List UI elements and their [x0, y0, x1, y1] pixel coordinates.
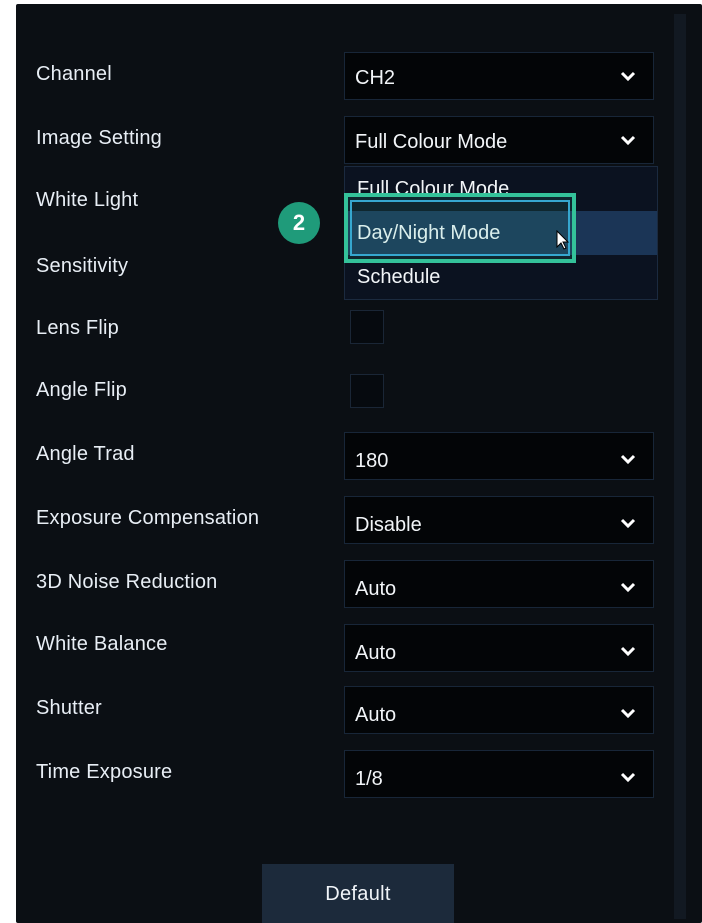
exposure-compensation-select[interactable]: Disable: [344, 496, 654, 544]
annotation-highlight-inner: [350, 200, 570, 256]
time-exposure-label: Time Exposure: [36, 761, 173, 783]
time-exposure-select[interactable]: 1/8: [344, 750, 654, 798]
chevron-down-icon: [620, 454, 636, 465]
angle-trad-value: 180: [355, 450, 389, 472]
chevron-down-icon: [620, 582, 636, 593]
chevron-down-icon: [620, 646, 636, 657]
white-light-label: White Light: [36, 189, 139, 211]
image-setting-label: Image Setting: [36, 127, 163, 149]
chevron-down-icon: [620, 135, 636, 146]
exposure-compensation-value: Disable: [355, 514, 422, 536]
mouse-pointer-icon: [556, 230, 570, 250]
shutter-label: Shutter: [36, 697, 102, 719]
angle-trad-select[interactable]: 180: [344, 432, 654, 480]
channel-select[interactable]: CH2: [344, 52, 654, 100]
image-setting-select[interactable]: Full Colour Mode: [344, 116, 654, 164]
channel-value: CH2: [355, 67, 396, 89]
angle-trad-label: Angle Trad: [36, 443, 135, 465]
shutter-select[interactable]: Auto: [344, 686, 654, 734]
noise-reduction-label: 3D Noise Reduction: [36, 571, 218, 593]
exposure-compensation-label: Exposure Compensation: [36, 507, 260, 529]
noise-reduction-value: Auto: [355, 578, 397, 600]
white-balance-value: Auto: [355, 642, 397, 664]
sensitivity-label: Sensitivity: [36, 255, 129, 277]
chevron-down-icon: [620, 708, 636, 719]
default-button[interactable]: Default: [262, 864, 454, 923]
chevron-down-icon: [620, 518, 636, 529]
lens-flip-label: Lens Flip: [36, 317, 119, 339]
shutter-value: Auto: [355, 704, 397, 726]
scrollbar-track[interactable]: [674, 14, 686, 919]
channel-label: Channel: [36, 63, 112, 85]
angle-flip-checkbox[interactable]: [350, 374, 384, 408]
chevron-down-icon: [620, 71, 636, 82]
chevron-down-icon: [620, 772, 636, 783]
time-exposure-value: 1/8: [355, 768, 383, 790]
white-balance-label: White Balance: [36, 633, 168, 655]
step-number-badge: 2: [278, 202, 320, 244]
noise-reduction-select[interactable]: Auto: [344, 560, 654, 608]
image-setting-value: Full Colour Mode: [355, 131, 508, 153]
white-balance-select[interactable]: Auto: [344, 624, 654, 672]
angle-flip-label: Angle Flip: [36, 379, 127, 401]
lens-flip-checkbox[interactable]: [350, 310, 384, 344]
